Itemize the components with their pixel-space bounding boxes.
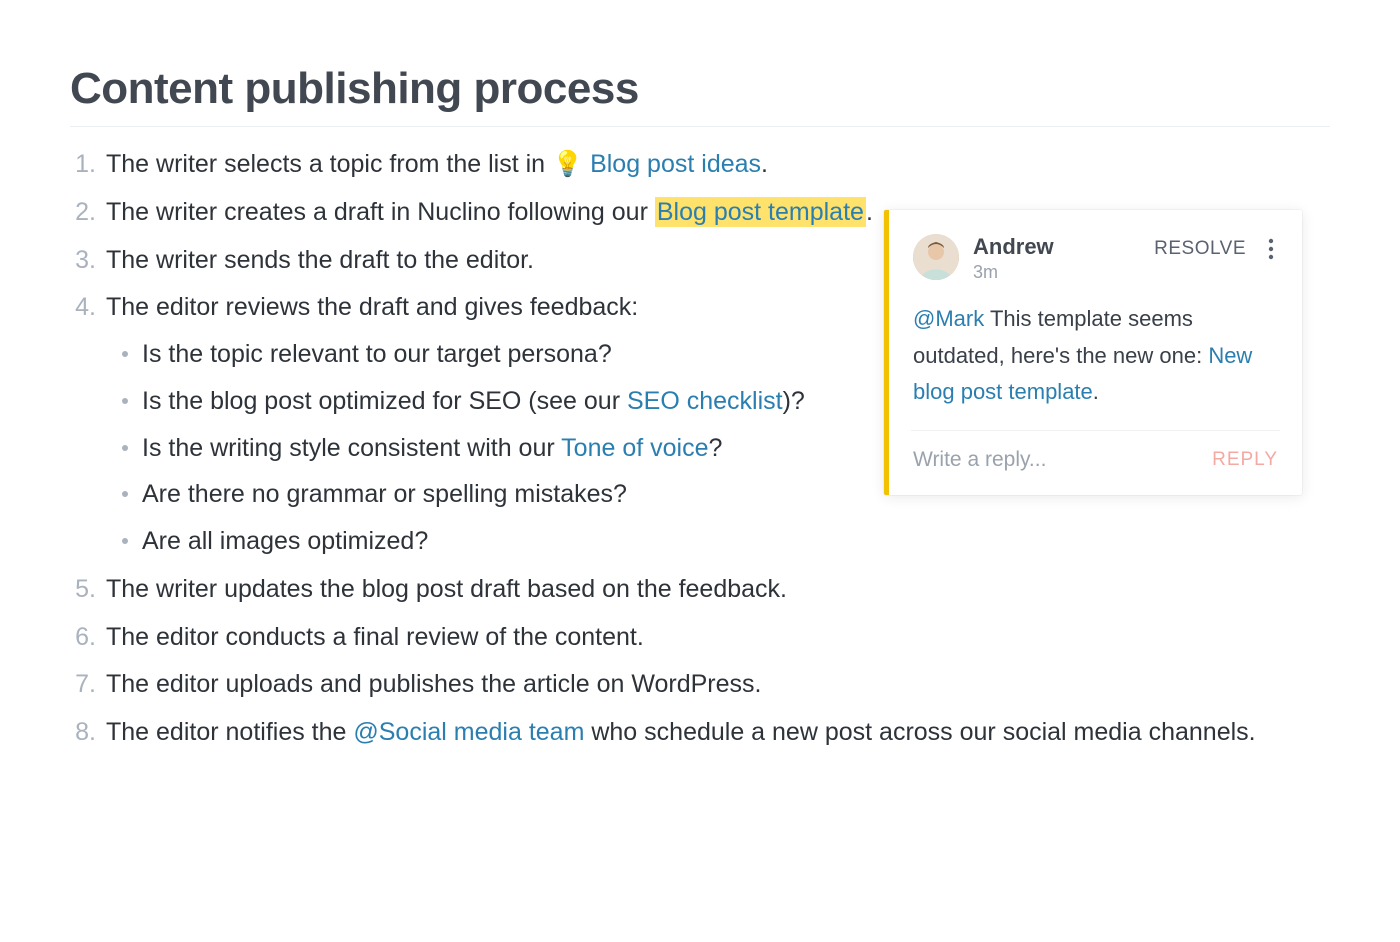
list-item-text: The writer updates the blog post draft b… — [106, 575, 787, 603]
list-item-text: The writer sends the draft to the editor… — [106, 246, 534, 274]
list-item-text: Are there no grammar or spelling mistake… — [142, 480, 627, 508]
link-seo-checklist[interactable]: SEO checklist — [627, 387, 783, 415]
comment-reply-row: REPLY — [911, 430, 1280, 489]
list-item[interactable]: Are all images optimized? — [142, 522, 1330, 561]
comment-card: Andrew 3m RESOLVE @Mark This template se… — [884, 210, 1302, 495]
mention-social-media-team[interactable]: @Social media team — [353, 718, 584, 746]
comment-header: Andrew 3m RESOLVE — [913, 234, 1278, 283]
list-item-text: Is the topic relevant to our target pers… — [142, 340, 612, 368]
list-item[interactable]: The editor uploads and publishes the art… — [100, 665, 1330, 704]
list-item-text: . — [761, 150, 768, 178]
list-item-text: )? — [783, 387, 805, 415]
list-item-text: . — [866, 198, 873, 226]
comment-actions: RESOLVE — [1152, 234, 1278, 264]
list-item-text: Is the blog post optimized for SEO (see … — [142, 387, 627, 415]
avatar[interactable] — [913, 234, 959, 280]
list-item-text: Is the writing style consistent with our — [142, 434, 561, 462]
list-item[interactable]: The editor notifies the @Social media te… — [100, 713, 1330, 752]
lightbulb-icon: 💡 — [552, 145, 583, 184]
more-vertical-icon — [1268, 238, 1274, 260]
list-item-text: The editor uploads and publishes the art… — [106, 670, 761, 698]
resolve-button[interactable]: RESOLVE — [1152, 234, 1248, 264]
comment-text: . — [1093, 379, 1099, 404]
list-item-text: Are all images optimized? — [142, 527, 428, 555]
comment-time: 3m — [973, 262, 1152, 283]
list-item-text: The editor notifies the — [106, 718, 353, 746]
list-item-text: who schedule a new post across our socia… — [584, 718, 1255, 746]
page-title: Content publishing process — [70, 64, 1330, 127]
link-tone-of-voice[interactable]: Tone of voice — [561, 434, 708, 462]
list-item-text: The writer creates a draft in Nuclino fo… — [106, 198, 655, 226]
comment-body: @Mark This template seems outdated, here… — [913, 301, 1278, 410]
list-item-text: The writer selects a topic from the list… — [106, 150, 552, 178]
avatar-icon — [913, 234, 959, 280]
reply-input[interactable] — [911, 447, 1210, 473]
list-item-text: The editor reviews the draft and gives f… — [106, 293, 638, 321]
mention-mark[interactable]: @Mark — [913, 306, 984, 331]
comment-meta: Andrew 3m — [973, 234, 1152, 283]
more-button[interactable] — [1264, 234, 1278, 264]
list-item-text: The editor conducts a final review of th… — [106, 623, 644, 651]
reply-button[interactable]: REPLY — [1210, 445, 1280, 475]
list-item-text: ? — [709, 434, 723, 462]
list-item[interactable]: The writer updates the blog post draft b… — [100, 570, 1330, 609]
list-item[interactable]: The editor conducts a final review of th… — [100, 618, 1330, 657]
link-blog-post-ideas[interactable]: Blog post ideas — [590, 150, 761, 178]
comment-author: Andrew — [973, 234, 1152, 260]
link-blog-post-template[interactable]: Blog post template — [655, 197, 866, 227]
list-item[interactable]: The writer selects a topic from the list… — [100, 145, 1330, 184]
